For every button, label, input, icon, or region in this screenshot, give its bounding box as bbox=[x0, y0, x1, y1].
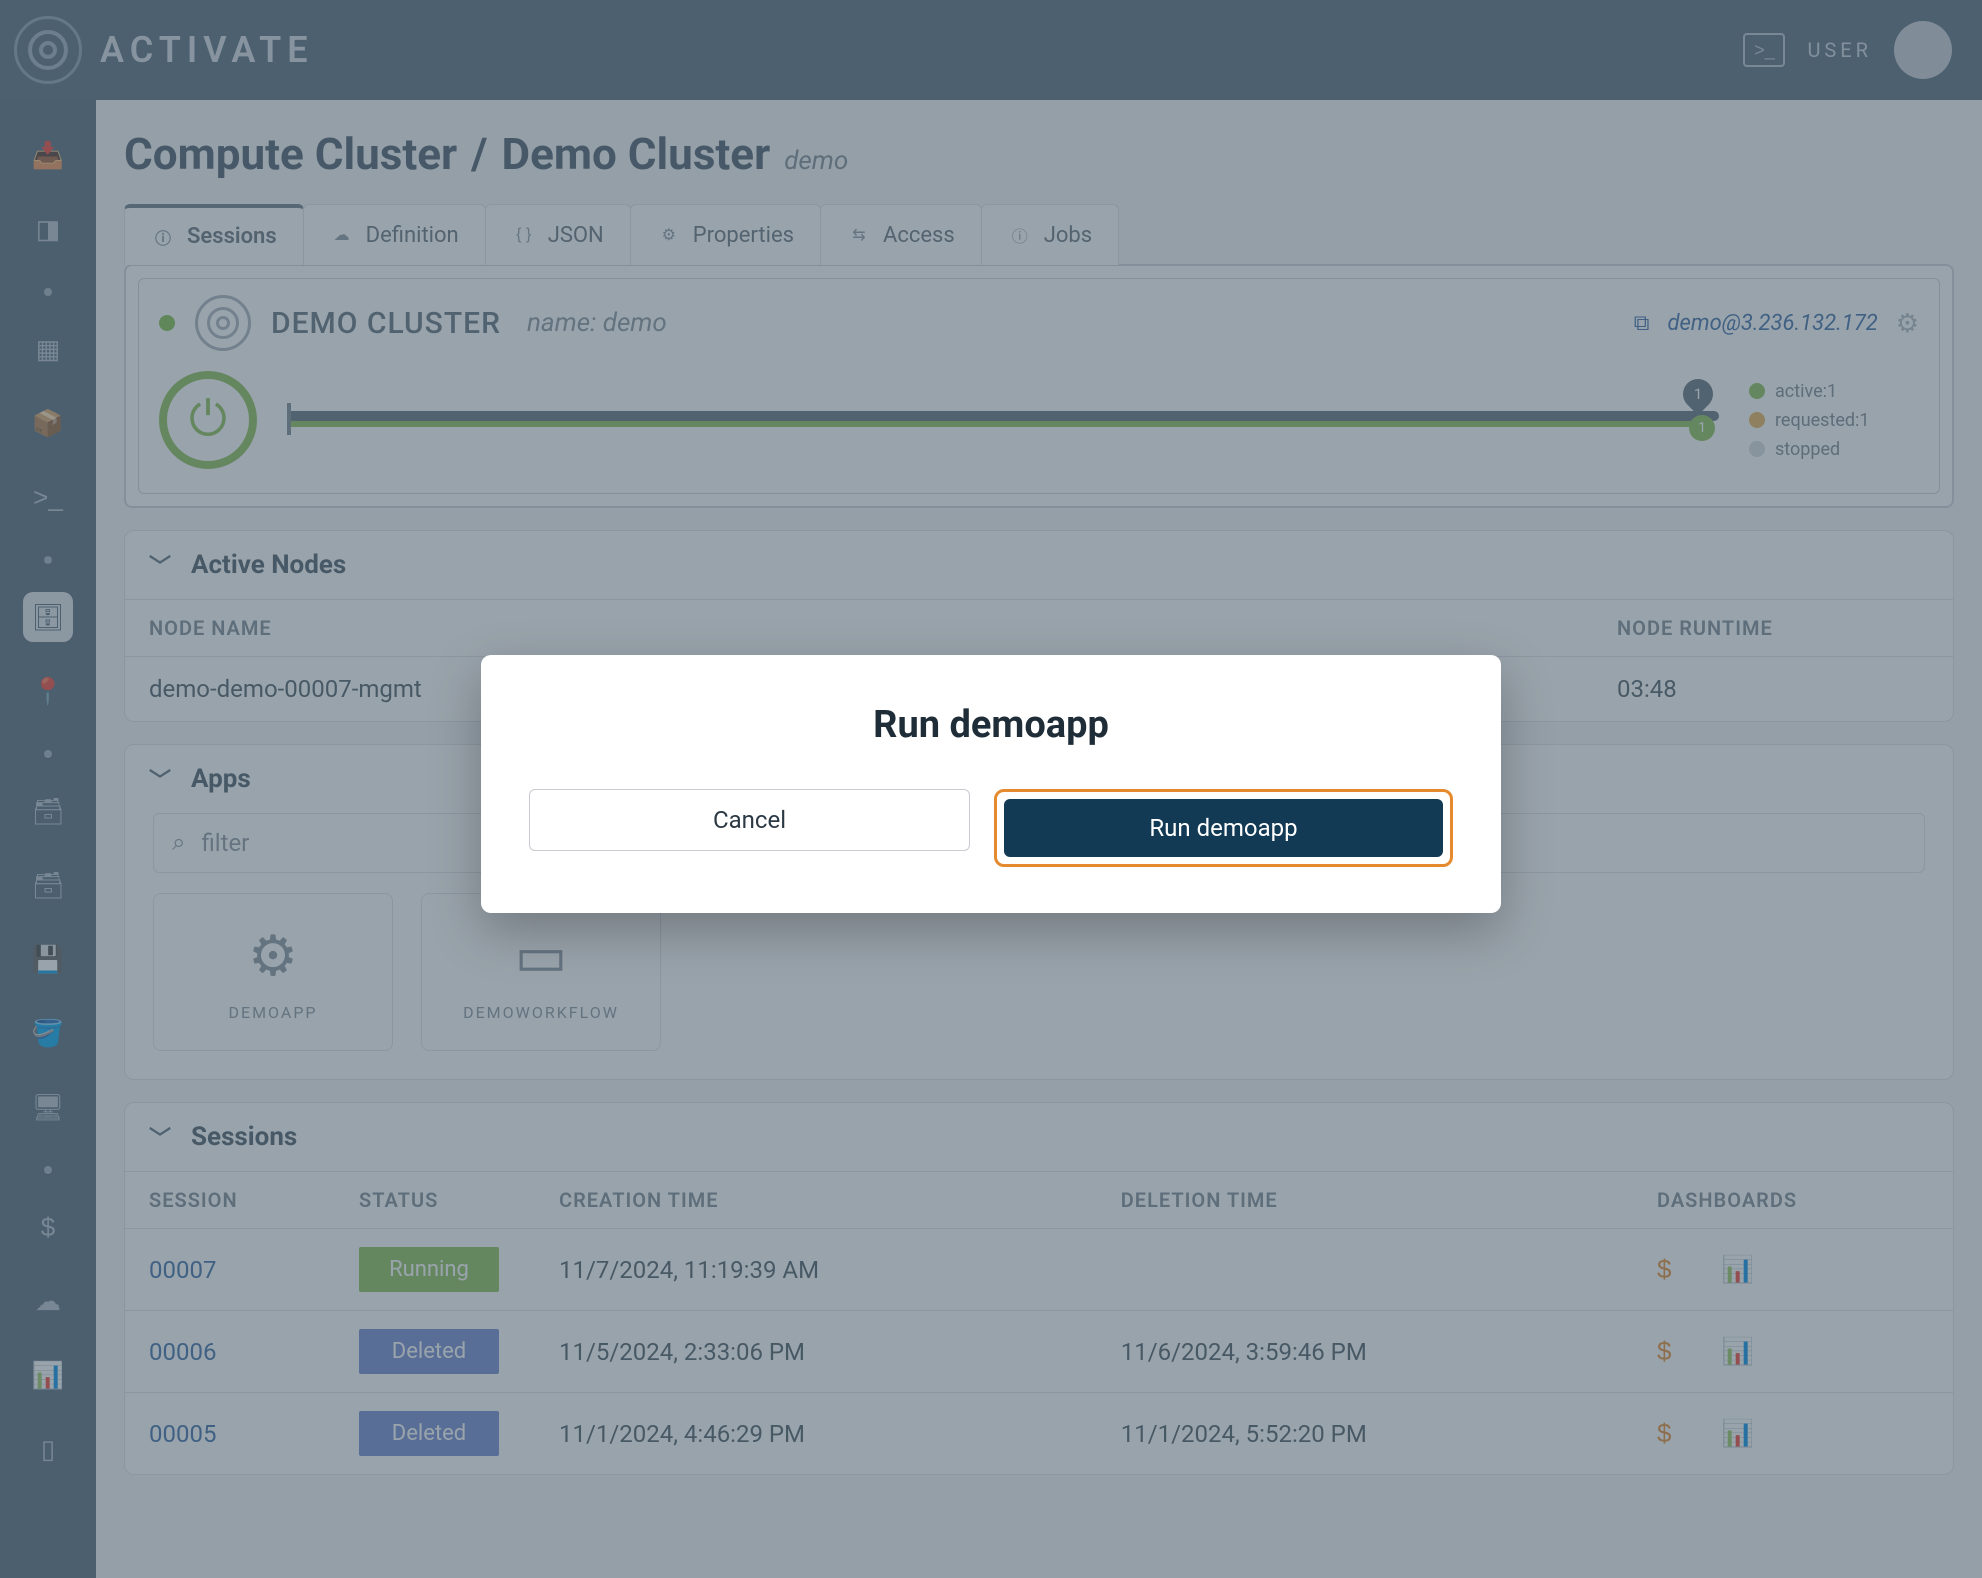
run-app-modal: Run demoapp Cancel Run demoapp bbox=[481, 655, 1501, 913]
confirm-button-highlight: Run demoapp bbox=[994, 789, 1453, 867]
modal-title: Run demoapp bbox=[529, 703, 1453, 747]
run-demoapp-button[interactable]: Run demoapp bbox=[1004, 799, 1443, 857]
cancel-button[interactable]: Cancel bbox=[529, 789, 970, 851]
